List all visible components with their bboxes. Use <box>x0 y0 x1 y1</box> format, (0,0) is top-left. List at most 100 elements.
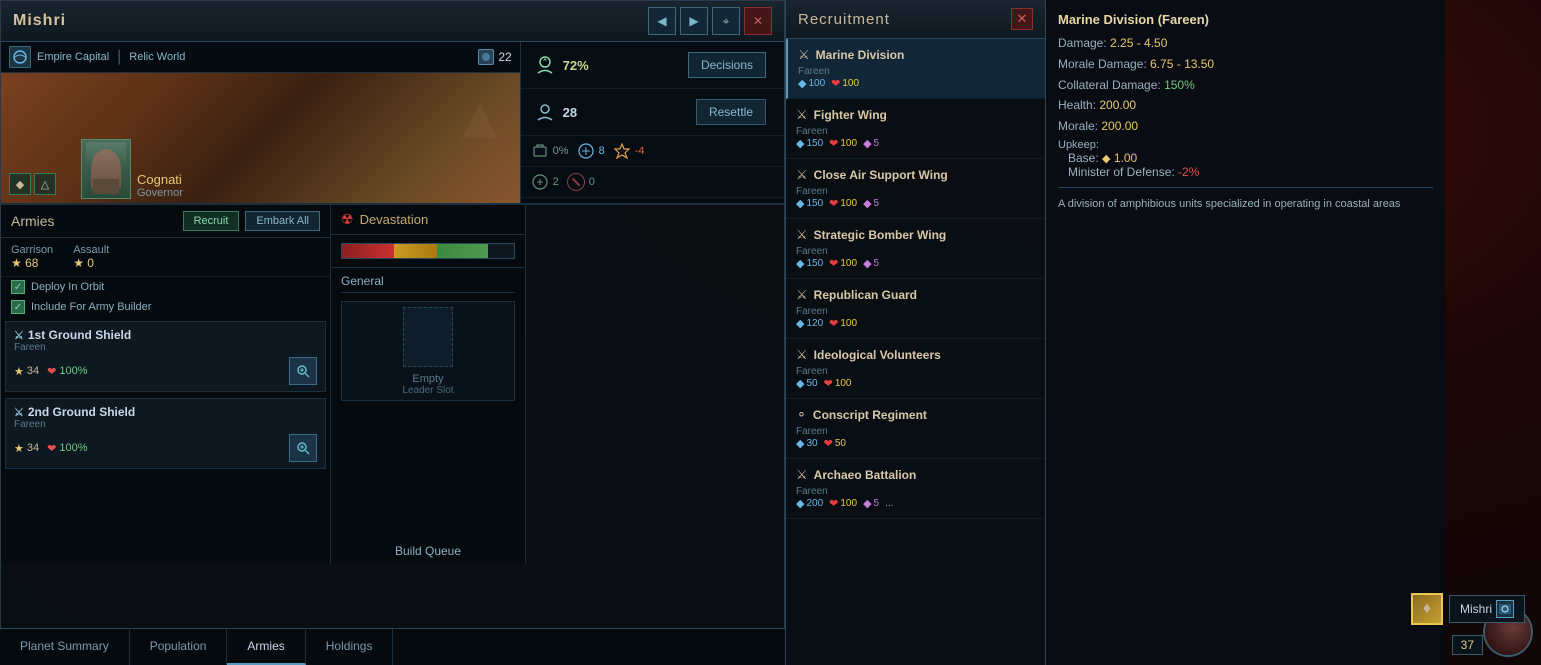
influence-icon-1: ◆ <box>863 137 871 150</box>
army-item-1[interactable]: ⚔ 2nd Ground Shield Fareen ★ 34 ❤ 100% <box>5 398 326 469</box>
unit-type-icon-1: ⚔ <box>796 107 808 123</box>
devastation-bar-container <box>331 235 525 268</box>
unit-item-5[interactable]: ⚔ Ideological Volunteers Fareen ◆ 50 ❤ 1… <box>786 339 1045 399</box>
tag-separator: | <box>117 48 121 66</box>
deploy-orbit-row[interactable]: ✓ Deploy In Orbit <box>1 277 330 297</box>
unit-item-2[interactable]: ⚔ Close Air Support Wing Fareen ◆ 150 ❤ … <box>786 159 1045 219</box>
assault-stat: Assault ★ 0 <box>73 244 109 270</box>
upkeep-section: Upkeep: Base: ◆ 1.00 Minister of Defense… <box>1058 139 1433 179</box>
amenities-stat: -4 <box>613 142 645 160</box>
unit-costs-6: ◆ 30 ❤ 50 <box>796 437 1035 450</box>
resettle-button[interactable]: Resettle <box>696 99 766 125</box>
planet-tags-bar: Empire Capital | Relic World 22 <box>1 42 520 73</box>
stability-value: 8 <box>599 145 605 157</box>
info-panel: Marine Division (Fareen) Damage: 2.25 - … <box>1045 0 1445 665</box>
stability-stat: 8 <box>577 142 605 160</box>
unemployment-value: 0% <box>553 145 569 157</box>
army-origin-1: Fareen <box>14 419 317 430</box>
devastation-fill-red <box>342 244 394 258</box>
recruitment-title: Recruitment <box>798 11 890 28</box>
planet-icon-1: ◆ <box>9 173 31 195</box>
army-magnify-1[interactable] <box>289 434 317 462</box>
health-value: 200.00 <box>1099 98 1136 112</box>
influence-icon-7: ◆ <box>863 497 871 510</box>
unit-item-3[interactable]: ⚔ Strategic Bomber Wing Fareen ◆ 150 ❤ 1… <box>786 219 1045 279</box>
nav-prev-button[interactable]: ◀ <box>648 7 676 35</box>
unit-costs-1: ◆ 150 ❤ 100 ◆ 5 <box>796 137 1035 150</box>
unit-name-row-4: ⚔ Republican Guard <box>796 287 1035 303</box>
deploy-orbit-checkbox[interactable]: ✓ <box>11 280 25 294</box>
recruit-button[interactable]: Recruit <box>183 211 240 231</box>
unit-item-0[interactable]: ⚔ Marine Division Fareen ◆ 100 ❤ 100 <box>786 39 1045 99</box>
armies-header: Armies Recruit Embark All <box>1 205 330 238</box>
general-section: General Empty Leader Slot <box>331 268 525 538</box>
armies-title: Armies <box>11 213 55 229</box>
stability-icon <box>577 142 595 160</box>
army-strength-0: ★ 34 <box>14 365 39 378</box>
army-strength-1: ★ 34 <box>14 442 39 455</box>
unit-costs-4: ◆ 120 ❤ 100 <box>796 317 1035 330</box>
unemployment-icon <box>531 142 549 160</box>
unit-costs-3: ◆ 150 ❤ 100 ◆ 5 <box>796 257 1035 270</box>
unit-type-icon-5: ⚔ <box>796 347 808 363</box>
user-flag-icon <box>1496 600 1514 618</box>
extra-pop-stat: 2 <box>531 173 559 191</box>
energy-icon-7: ❤ <box>829 497 838 510</box>
tab-holdings[interactable]: Holdings <box>306 629 394 665</box>
devastation-fill-yellow <box>394 244 437 258</box>
influence-icon-2: ◆ <box>863 197 871 210</box>
pop-count-row: 28 Resettle <box>521 89 784 136</box>
user-name-badge: Mishri <box>1449 595 1525 623</box>
nav-next-button[interactable]: ▶ <box>680 7 708 35</box>
score-badge: 37 <box>1452 635 1483 655</box>
mineral-cost-7: ◆ 200 <box>796 497 823 510</box>
extra-col-stat: 0 <box>567 173 595 191</box>
mineral-cost-5: ◆ 50 <box>796 377 818 390</box>
unit-item-6[interactable]: ⚬ Conscript Regiment Fareen ◆ 30 ❤ 50 <box>786 399 1045 459</box>
garrison-label: Garrison <box>11 244 53 256</box>
health-label: Health: <box>1058 98 1099 112</box>
unit-type-icon-7: ⚔ <box>796 467 808 483</box>
unit-item-7[interactable]: ⚔ Archaeo Battalion Fareen ◆ 200 ❤ 100 ◆ <box>786 459 1045 519</box>
unit-item-4[interactable]: ⚔ Republican Guard Fareen ◆ 120 ❤ 100 <box>786 279 1045 339</box>
include-army-builder-row[interactable]: ✓ Include For Army Builder <box>1 297 330 317</box>
army-item-0[interactable]: ⚔ 1st Ground Shield Fareen ★ 34 ❤ 100% <box>5 321 326 392</box>
garrison-value: ★ 68 <box>11 256 53 270</box>
unit-type-icon-6: ⚬ <box>796 407 807 423</box>
influence-cost-7: ◆ 5 <box>863 497 879 510</box>
tab-planet-summary[interactable]: Planet Summary <box>0 629 130 665</box>
include-army-builder-checkbox[interactable]: ✓ <box>11 300 25 314</box>
unit-item-1[interactable]: ⚔ Fighter Wing Fareen ◆ 150 ❤ 100 ◆ 5 <box>786 99 1045 159</box>
assault-label: Assault <box>73 244 109 256</box>
nav-target-button[interactable]: ⌖ <box>712 7 740 35</box>
upkeep-minister-value: -2% <box>1178 165 1199 179</box>
devastation-header: ☢ Devastation <box>331 205 525 235</box>
energy-cost-7: ❤ 100 <box>829 497 857 510</box>
extra-col-value: 0 <box>589 176 595 188</box>
army-stats-1: ★ 34 ❤ 100% <box>14 434 317 462</box>
assault-number: 0 <box>87 256 94 270</box>
upkeep-base-value: 1.00 <box>1114 151 1137 165</box>
energy-icon-2: ❤ <box>829 197 838 210</box>
army-name-1: ⚔ 2nd Ground Shield <box>14 405 317 419</box>
embark-all-button[interactable]: Embark All <box>245 211 320 231</box>
tab-population[interactable]: Population <box>130 629 228 665</box>
planet-size-value: 22 <box>498 50 511 64</box>
tab-armies[interactable]: Armies <box>227 629 305 665</box>
empire-capital-tag: Empire Capital <box>37 51 109 63</box>
pop-count-icon <box>531 98 559 126</box>
health-icon-0: ❤ <box>47 365 56 378</box>
mineral-cost-0: ◆ 100 <box>798 77 825 90</box>
army-magnify-0[interactable] <box>289 357 317 385</box>
nav-close-button[interactable]: ✕ <box>744 7 772 35</box>
info-morale-damage-row: Morale Damage: 6.75 - 13.50 <box>1058 56 1433 73</box>
planet-stats-section: 72% Decisions 28 Resettle <box>520 42 784 203</box>
unit-costs-5: ◆ 50 ❤ 100 <box>796 377 1035 390</box>
general-slot[interactable]: Empty Leader Slot <box>341 301 515 401</box>
unemployment-stat: 0% <box>531 142 569 160</box>
governor-name: Cognati <box>137 172 183 187</box>
influence-cost-3: ◆ 5 <box>863 257 879 270</box>
decisions-button[interactable]: Decisions <box>688 52 766 78</box>
left-panel: Mishri ◀ ▶ ⌖ ✕ Empire Capital | Relic W <box>0 0 785 665</box>
recruitment-close-button[interactable]: ✕ <box>1011 8 1033 30</box>
